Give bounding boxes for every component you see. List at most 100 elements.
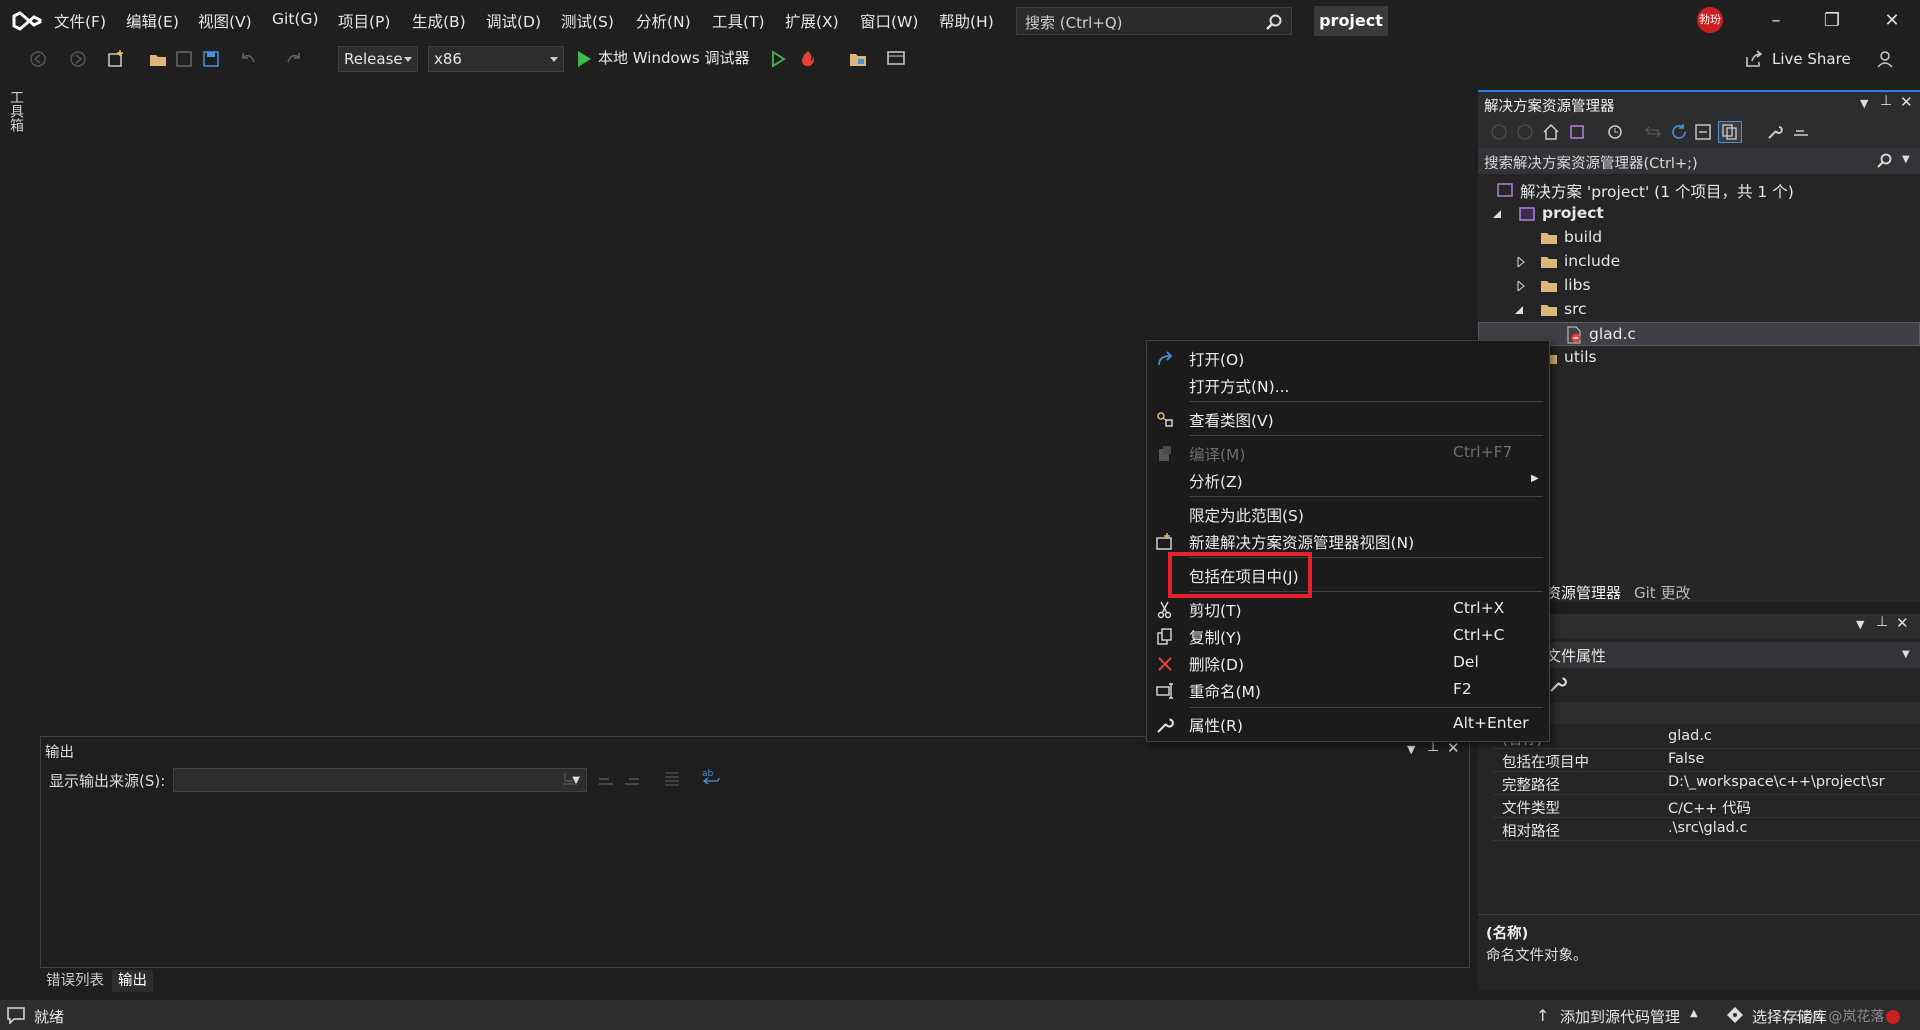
tree-item-libs[interactable]: libs: [1478, 274, 1920, 298]
menu-view[interactable]: 视图(V): [198, 10, 252, 32]
menu-item-view-class-diagram[interactable]: 查看类图(V): [1147, 406, 1549, 433]
menu-test[interactable]: 测试(S): [561, 10, 614, 32]
tree-item-build[interactable]: build: [1478, 226, 1920, 250]
tab-git-changes[interactable]: Git 更改: [1634, 582, 1690, 603]
menu-item-rename[interactable]: 重命名(M) F2: [1147, 677, 1549, 704]
menu-analyze[interactable]: 分析(N): [636, 10, 691, 32]
menu-item-open-with[interactable]: 打开方式(N)...: [1147, 372, 1549, 399]
pending-changes-filter-icon[interactable]: [1606, 123, 1624, 141]
menu-item-new-explorer-view[interactable]: 新建解决方案资源管理器视图(N): [1147, 528, 1549, 555]
menu-item-copy[interactable]: 复制(Y) Ctrl+C: [1147, 623, 1549, 650]
new-project-icon[interactable]: [106, 49, 126, 69]
refresh-icon[interactable]: [1670, 123, 1688, 141]
clear-all-icon[interactable]: [663, 769, 681, 787]
restore-icon[interactable]: ❐: [1812, 6, 1852, 36]
hot-reload-icon[interactable]: [798, 49, 818, 69]
close-icon[interactable]: ✕: [1900, 93, 1913, 111]
tree-item-src[interactable]: src: [1478, 298, 1920, 322]
avatar[interactable]: 勃玢: [1697, 7, 1723, 33]
collapsed-arrow-icon[interactable]: [1516, 257, 1526, 267]
property-pages-wrench-icon[interactable]: [1548, 674, 1568, 694]
tab-output[interactable]: 输出: [112, 970, 153, 992]
tree-item-project[interactable]: project: [1478, 202, 1920, 226]
menu-item-cut[interactable]: 剪切(T) Ctrl+X: [1147, 596, 1549, 623]
add-to-source-control-button[interactable]: 添加到源代码管理: [1560, 1006, 1680, 1027]
start-debugging-play-icon[interactable]: [574, 49, 594, 69]
word-wrap-icon[interactable]: ab: [701, 767, 721, 787]
sync-active-document-icon[interactable]: [1644, 123, 1662, 141]
property-row-name[interactable]: (名称) glad.c: [1492, 726, 1920, 749]
tree-item-solution[interactable]: 解决方案 'project' (1 个项目，共 1 个): [1478, 178, 1920, 202]
pin-icon[interactable]: ⊥: [1876, 614, 1888, 630]
menu-item-open[interactable]: 打开(O): [1147, 345, 1549, 372]
live-share-icon[interactable]: [1744, 49, 1764, 69]
menu-item-scope-to-this[interactable]: 限定为此范围(S): [1147, 501, 1549, 528]
expanded-arrow-icon[interactable]: [1492, 209, 1502, 219]
find-message-icon[interactable]: [561, 769, 579, 787]
switch-views-icon[interactable]: [1568, 123, 1586, 141]
undo-icon[interactable]: [238, 49, 258, 69]
save-all-icon[interactable]: [201, 49, 221, 69]
start-debugging-button[interactable]: 本地 Windows 调试器: [598, 47, 750, 68]
preview-selected-items-icon[interactable]: [1792, 123, 1810, 141]
notification-icon[interactable]: [6, 1006, 26, 1024]
property-row-full-path[interactable]: 完整路径 D:\_workspace\c++\project\sr: [1492, 772, 1920, 795]
expanded-arrow-icon[interactable]: [1514, 305, 1524, 315]
save-icon[interactable]: [174, 49, 194, 69]
menu-item-properties[interactable]: 属性(R) Alt+Enter: [1147, 711, 1549, 738]
property-row-file-type[interactable]: 文件类型 C/C++ 代码: [1492, 795, 1920, 818]
toolbox-tab[interactable]: 工具箱: [6, 90, 26, 136]
minimize-icon[interactable]: –: [1756, 6, 1796, 36]
forward-icon[interactable]: [1516, 123, 1534, 141]
close-icon[interactable]: ✕: [1872, 6, 1912, 36]
show-all-files-icon[interactable]: [1718, 121, 1742, 143]
menu-tools[interactable]: 工具(T): [712, 10, 765, 32]
properties-wrench-icon[interactable]: [1766, 123, 1784, 141]
menu-item-analyze[interactable]: 分析(Z) ▶: [1147, 467, 1549, 494]
home-icon[interactable]: [1542, 123, 1560, 141]
dropdown-icon[interactable]: ▼: [1407, 743, 1415, 756]
redo-icon[interactable]: [284, 49, 304, 69]
dropdown-icon[interactable]: ▼: [1860, 97, 1868, 110]
menu-git[interactable]: Git(G): [272, 10, 319, 32]
property-value: D:\_workspace\c++\project\sr: [1668, 774, 1885, 790]
back-icon[interactable]: [28, 49, 48, 69]
previous-message-icon[interactable]: [597, 769, 615, 787]
solution-explorer-search[interactable]: 搜索解决方案资源管理器(Ctrl+;) ▼: [1478, 148, 1920, 174]
collapse-all-icon[interactable]: [1694, 123, 1712, 141]
back-icon[interactable]: [1490, 123, 1508, 141]
property-row-relative-path[interactable]: 相对路径 .\src\glad.c: [1492, 818, 1920, 841]
folder-view-icon[interactable]: [848, 49, 868, 69]
forward-icon[interactable]: [68, 49, 88, 69]
tree-item-include[interactable]: include: [1478, 250, 1920, 274]
menu-extensions[interactable]: 扩展(X): [785, 10, 839, 32]
menu-help[interactable]: 帮助(H): [939, 10, 994, 32]
menu-build[interactable]: 生成(B): [412, 10, 466, 32]
tab-error-list[interactable]: 错误列表: [40, 970, 110, 992]
property-row-included[interactable]: 包括在项目中 False: [1492, 749, 1920, 772]
window-layout-icon[interactable]: [886, 49, 906, 69]
dropdown-icon[interactable]: ▼: [1856, 618, 1864, 631]
menu-item-delete[interactable]: 删除(D) Del: [1147, 650, 1549, 677]
tab-solution-explorer[interactable]: 资源管理器: [1546, 582, 1621, 603]
pin-icon[interactable]: ⊥: [1880, 93, 1892, 109]
start-without-debugging-icon[interactable]: [768, 49, 788, 69]
menu-file[interactable]: 文件(F): [54, 10, 106, 32]
solution-configuration-select[interactable]: Release: [338, 46, 418, 72]
next-message-icon[interactable]: [623, 769, 641, 787]
menu-debug[interactable]: 调试(D): [486, 10, 541, 32]
output-source-select[interactable]: ▼: [173, 768, 587, 792]
menu-window[interactable]: 窗口(W): [860, 10, 918, 32]
live-share-button[interactable]: Live Share: [1772, 50, 1851, 68]
menu-project[interactable]: 项目(P): [338, 10, 390, 32]
open-folder-icon[interactable]: [148, 49, 168, 69]
notification-badge-icon[interactable]: [1886, 1010, 1900, 1024]
close-icon[interactable]: ✕: [1896, 614, 1909, 632]
feedback-person-icon[interactable]: [1876, 49, 1896, 69]
search-box[interactable]: 搜索 (Ctrl+Q): [1016, 7, 1292, 35]
solution-platform-select[interactable]: x86: [428, 46, 564, 72]
collapsed-arrow-icon[interactable]: [1516, 281, 1526, 291]
chevron-down-icon[interactable]: ▼: [1902, 154, 1910, 165]
chevron-down-icon[interactable]: ▼: [1902, 649, 1910, 660]
menu-edit[interactable]: 编辑(E): [126, 10, 179, 32]
